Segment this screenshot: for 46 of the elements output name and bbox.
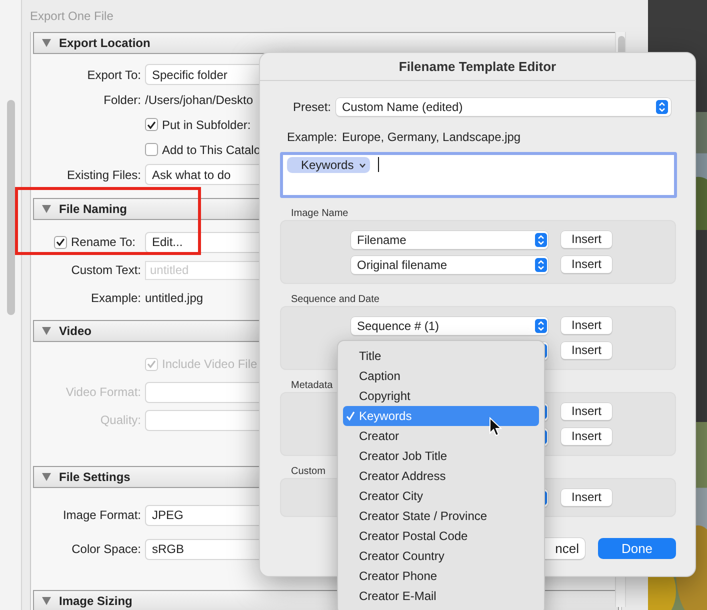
checkbox-label[interactable]: Add to This Catalo — [162, 140, 261, 158]
menu-item[interactable]: Title — [343, 346, 539, 366]
token-chip[interactable]: Keywords — [287, 157, 370, 173]
menu-item[interactable]: Creator Address — [343, 466, 539, 486]
preset-dropdown[interactable]: Custom Name (edited) — [336, 98, 671, 116]
field-label: Export To: — [86, 66, 142, 84]
field-label: Color Space: — [70, 541, 142, 558]
example-text: Europe, Germany, Landscape.jpg — [342, 129, 521, 146]
field-value: untitled.jpg — [145, 290, 204, 307]
field-label: Preset: — [292, 99, 332, 116]
done-button[interactable]: Done — [598, 538, 676, 559]
group-label: Custom — [291, 466, 326, 478]
group-label: Sequence and Date — [291, 294, 380, 306]
field-label: Example: — [90, 290, 142, 307]
insert-button[interactable]: Insert — [561, 317, 612, 334]
checkbox-label[interactable]: Rename To: — [71, 233, 136, 251]
group-label: Image Name — [291, 208, 348, 220]
checkbox-label[interactable]: Put in Subfolder: — [162, 116, 251, 134]
menu-item[interactable]: Creator City — [343, 486, 539, 506]
insert-button[interactable]: Insert — [561, 342, 612, 359]
insert-button[interactable]: Insert — [561, 231, 612, 248]
menu-item[interactable]: Caption — [343, 366, 539, 386]
field-label: Folder: — [102, 92, 142, 108]
field-label: Custom Text: — [70, 262, 142, 279]
template-field[interactable]: Keywords — [280, 152, 677, 198]
menu-item[interactable]: Creator — [343, 426, 539, 446]
menu-item[interactable]: Copyright — [343, 386, 539, 406]
window-title: Export One File — [30, 8, 114, 25]
dropdown[interactable]: Sequence # (1) — [351, 316, 548, 334]
dialog-title: Filename Template Editor — [398, 58, 556, 76]
dropdown[interactable]: Filename — [351, 230, 548, 248]
field-value: /Users/johan/Deskto — [145, 92, 254, 108]
insert-button[interactable]: Insert — [561, 256, 612, 273]
group-label: Metadata — [291, 380, 333, 392]
field-label: Video Format: — [64, 384, 142, 401]
field-label: Quality: — [99, 412, 142, 429]
insert-button[interactable]: Insert — [561, 428, 612, 445]
dropdown[interactable]: Original filename — [351, 256, 548, 274]
field-label: Existing Files: — [66, 166, 142, 184]
insert-button[interactable]: Insert — [561, 403, 612, 420]
menu-item[interactable]: Creator Phone — [343, 566, 539, 586]
menu-item[interactable]: Creator Job Title — [343, 446, 539, 466]
menu-item[interactable]: Creator State / Province — [343, 506, 539, 526]
field-label: Example: — [287, 129, 338, 146]
field-label: Image Format: — [62, 507, 142, 524]
insert-button[interactable]: Insert — [561, 489, 612, 506]
